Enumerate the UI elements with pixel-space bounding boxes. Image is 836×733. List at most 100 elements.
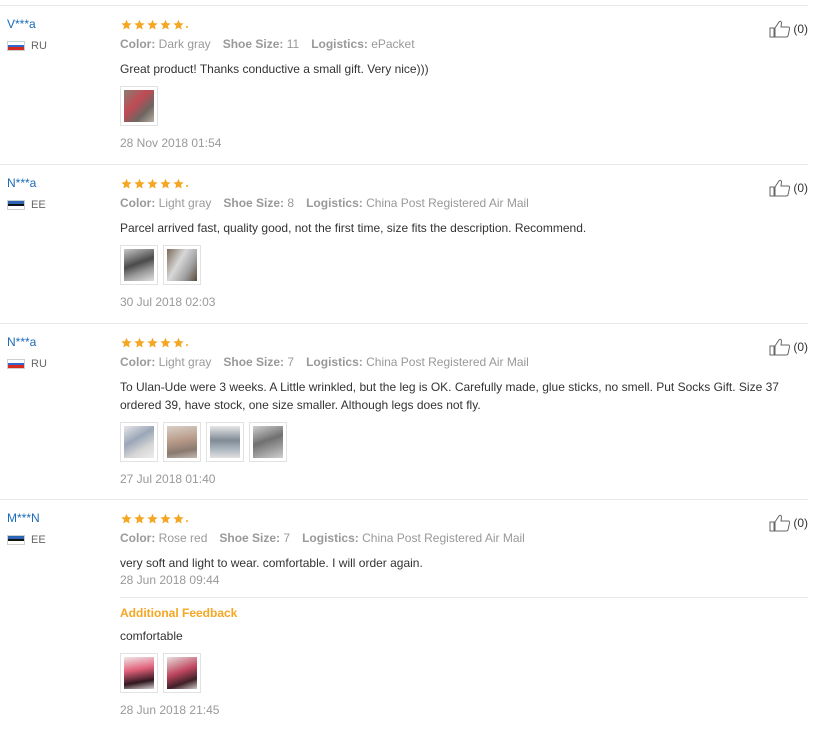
review-photos — [120, 422, 808, 462]
feedback-content: Color: Light gray Shoe Size: 8 Logistics: … — [120, 178, 808, 309]
buyer-info: M***N EE — [7, 511, 107, 546]
order-attributes: Color: Light gray Shoe Size: 8 Logistics: … — [120, 196, 808, 210]
helpful-button[interactable]: (0) — [769, 20, 808, 38]
helpful-count: (0) — [793, 340, 808, 354]
star-icon — [120, 19, 133, 31]
logistics-label: Logistics: — [311, 37, 368, 51]
feedback-content: Color: Dark gray Shoe Size: 11 Logistics: … — [120, 19, 808, 150]
buyer-name-link[interactable]: N***a — [7, 335, 107, 349]
star-icon — [146, 337, 159, 349]
star-icon — [172, 513, 185, 525]
star-rating — [120, 178, 808, 190]
review-photo-thumbnail[interactable] — [120, 245, 158, 285]
russia-flag-icon — [7, 359, 25, 369]
shoe-size-label: Shoe Size: — [223, 196, 285, 210]
star-icon — [172, 337, 185, 349]
helpful-count: (0) — [793, 22, 808, 36]
star-icon — [159, 513, 172, 525]
shoe-size-value: 8 — [287, 196, 295, 210]
star-icon — [146, 19, 159, 31]
review-photos — [120, 245, 808, 285]
estonia-flag-icon — [7, 535, 25, 545]
star-icon — [159, 337, 172, 349]
logistics-label: Logistics: — [302, 531, 359, 545]
logistics-label: Logistics: — [306, 355, 363, 369]
color-label: Color: — [120, 355, 156, 369]
logistics-label: Logistics: — [306, 196, 363, 210]
thumbs-up-icon — [769, 338, 791, 356]
feedback-content: Color: Light gray Shoe Size: 7 Logistics: … — [120, 337, 808, 486]
logistics-value: China Post Registered Air Mail — [366, 355, 529, 369]
star-icon — [146, 178, 159, 190]
star-icon — [159, 19, 172, 31]
review-photo-thumbnail[interactable] — [163, 653, 201, 693]
review-item: N***a EE Color: Light gray Shoe Size: 8 Lo… — [0, 164, 808, 323]
country-code: EE — [31, 534, 46, 546]
star-rating-end-dot — [186, 344, 188, 346]
additional-feedback-date: 28 Jun 2018 21:45 — [120, 703, 220, 717]
estonia-flag-icon — [7, 200, 25, 210]
country-code: EE — [31, 199, 46, 211]
country-code: RU — [31, 40, 47, 52]
color-label: Color: — [120, 531, 156, 545]
star-icon — [146, 513, 159, 525]
review-date: 27 Jul 2018 01:40 — [120, 472, 216, 486]
review-photo-thumbnail[interactable] — [163, 422, 201, 462]
additional-feedback-photos — [120, 653, 808, 693]
star-icon — [133, 19, 146, 31]
review-photos — [120, 86, 808, 126]
review-text: very soft and light to wear. comfortable… — [120, 556, 423, 570]
buyer-name-link[interactable]: N***a — [7, 176, 107, 190]
star-icon — [133, 337, 146, 349]
review-date: 30 Jul 2018 02:03 — [120, 295, 216, 309]
star-icon — [120, 513, 133, 525]
review-text: Great product! Thanks conductive a small… — [120, 62, 429, 76]
order-attributes: Color: Dark gray Shoe Size: 11 Logistics: … — [120, 37, 808, 51]
thumbs-up-icon — [769, 20, 791, 38]
shoe-size-value: 7 — [283, 531, 291, 545]
buyer-country: RU — [7, 40, 107, 52]
review-item: M***N EE Color: Rose red Shoe Size: 7 Logi… — [0, 499, 808, 733]
star-icon — [133, 178, 146, 190]
star-rating-end-dot — [186, 26, 188, 28]
shoe-size-label: Shoe Size: — [219, 531, 281, 545]
color-value: Light gray — [158, 355, 212, 369]
color-value: Light gray — [158, 196, 212, 210]
review-date: 28 Jun 2018 09:44 — [120, 573, 220, 587]
helpful-button[interactable]: (0) — [769, 179, 808, 197]
star-rating — [120, 337, 808, 349]
review-photo-thumbnail[interactable] — [206, 422, 244, 462]
logistics-value: ePacket — [371, 37, 415, 51]
review-text: Parcel arrived fast, quality good, not t… — [120, 221, 587, 235]
review-photo-thumbnail[interactable] — [120, 653, 158, 693]
helpful-button[interactable]: (0) — [769, 514, 808, 532]
color-label: Color: — [120, 196, 156, 210]
buyer-name-link[interactable]: V***a — [7, 17, 107, 31]
helpful-count: (0) — [793, 181, 808, 195]
russia-flag-icon — [7, 41, 25, 51]
country-code: RU — [31, 358, 47, 370]
review-photo-thumbnail[interactable] — [120, 86, 158, 126]
review-date: 28 Nov 2018 01:54 — [120, 136, 222, 150]
review-item: N***a RU Color: Light gray Shoe Size: 7 Lo… — [0, 323, 808, 499]
logistics-value: China Post Registered Air Mail — [366, 196, 529, 210]
color-value: Dark gray — [158, 37, 211, 51]
additional-feedback-text: comfortable — [120, 629, 183, 643]
additional-feedback-title: Additional Feedback — [120, 606, 238, 620]
buyer-name-link[interactable]: M***N — [7, 511, 107, 525]
helpful-button[interactable]: (0) — [769, 338, 808, 356]
review-text: To Ulan-Ude were 3 weeks. A Little wrink… — [120, 380, 779, 412]
shoe-size-label: Shoe Size: — [223, 355, 285, 369]
star-icon — [172, 178, 185, 190]
shoe-size-label: Shoe Size: — [222, 37, 284, 51]
star-rating — [120, 513, 808, 525]
thumbs-up-icon — [769, 179, 791, 197]
review-photo-thumbnail[interactable] — [163, 245, 201, 285]
review-item: V***a RU Color: Dark gray Shoe Size: 11 Lo… — [0, 5, 808, 164]
star-icon — [172, 19, 185, 31]
star-rating-end-dot — [186, 520, 188, 522]
star-icon — [159, 178, 172, 190]
review-photo-thumbnail[interactable] — [249, 422, 287, 462]
star-icon — [120, 337, 133, 349]
review-photo-thumbnail[interactable] — [120, 422, 158, 462]
